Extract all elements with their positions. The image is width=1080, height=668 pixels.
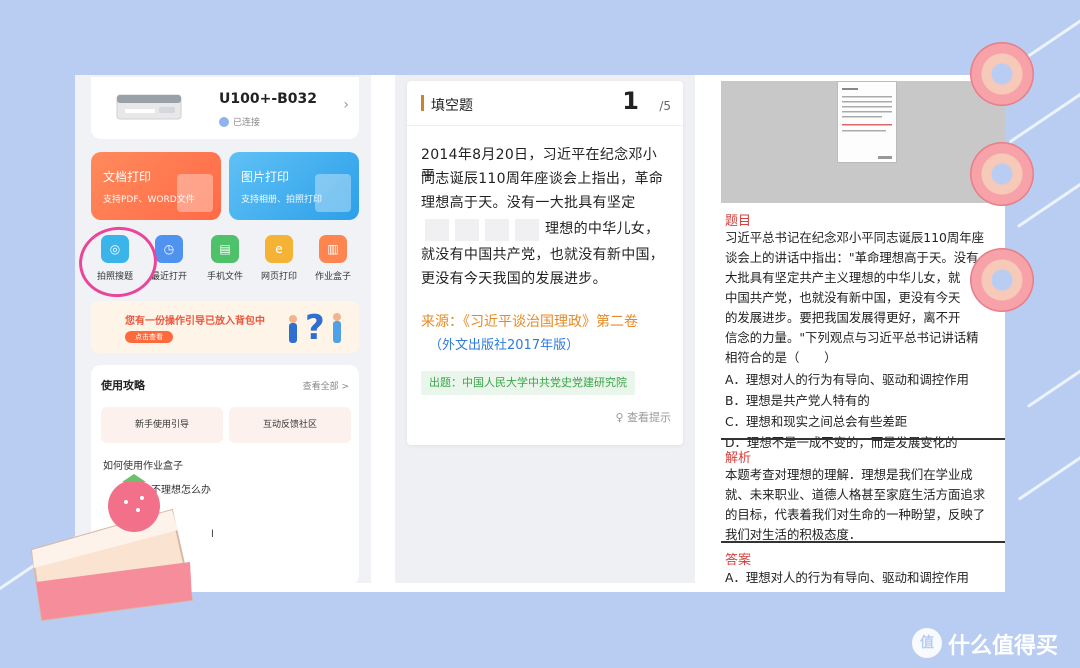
answer-text: A．理想对人的行为有导向、驱动和调控作用 [725,570,969,585]
section-divider [721,438,1005,440]
image-print-title: 图片打印 [241,170,290,184]
analysis-line: 就、未来职业、道德人格甚至家庭生活方面追求 [725,487,986,502]
photo-content [842,88,892,159]
cake-sticker [30,474,194,622]
feedback-community-button[interactable]: 互动反馈社区 [229,407,351,443]
option-d: D．理想不是一成不变的，而是发展变化的 [725,435,958,450]
view-hint-button[interactable]: ♀ 查看提示 [615,409,671,425]
printer-icon [116,94,182,120]
question-body-line: 大批具有坚定共产主义理想的中华儿女，就 [725,270,961,285]
question-number: 1 [622,87,639,115]
photo-preview[interactable] [837,81,897,163]
tool-label: 网页打印 [260,272,297,282]
guide-view-all-link[interactable]: 查看全部 > [303,379,349,392]
banner-text: 您有一份操作引导已放入背包中 [125,316,265,327]
background-streak [1026,355,1080,408]
lightbulb-icon: ♀ [615,411,624,424]
donut-sticker [970,42,1034,106]
watermark-text: 什么值得买 [947,634,1058,659]
connected-icon [219,116,229,127]
image-print-subtitle: 支持相册、拍照打印 [241,195,323,205]
question-source: 来源：《习近平谈治国理政》第二卷 [421,314,638,330]
banner-view-button[interactable]: 点击查看 [125,331,173,343]
document-print-title: 文档打印 [103,170,152,184]
tool-label: 作业盒子 [314,272,351,282]
document-print-button[interactable]: 文档打印 支持PDF、WORD文件 [91,152,221,220]
device-status: 已连接 [219,115,260,128]
answer-blank[interactable] [425,219,449,241]
beginner-guide-button[interactable]: 新手使用引导 [101,407,223,443]
question-body-line: 的发展进步。要把我国发展得更好，离不开 [725,310,961,325]
guide-banner[interactable]: 您有一份操作引导已放入背包中 点击查看 ? [91,301,359,353]
analysis-heading: 解析 [725,451,752,466]
screenshot-collage: U100+-B032 已连接 › 文档打印 支持PDF、WORD文件 图片打印 … [75,75,1005,592]
option-a: A．理想对人的行为有导向、驱动和调控作用 [725,372,969,387]
question-body-line: 信念的力量。"下列观点与习近平总书记讲话精 [725,330,979,345]
option-b: B．理想是共产党人特有的 [725,393,870,408]
question-type: 填空题 [431,98,473,114]
question-body-line: 谈会上的讲话中指出："革命理想高于天。没有 [725,250,979,265]
question-origin: 出题：中国人民大学中共党史党建研究院 [421,371,635,395]
question-body-line: 相符合的是（ ） [725,350,837,365]
answer-panel: 题目 习近平总书记在纪念邓小平同志诞辰110周年座 谈会上的讲话中指出："革命理… [721,75,1005,585]
question-text-line: 就没有中国共产党，也就没有新中国， [421,247,665,263]
guide-item[interactable]: l [211,529,214,540]
background-streak [1017,442,1080,501]
question-text-line: 理想的中华儿女， [545,221,660,237]
tool-homework-box[interactable]: ▥ 作业盒子 [305,235,361,282]
question-panel: 填空题 1 /5 2014年8月20日，习近平在纪念邓小平 同志诞辰110周年座… [395,75,695,583]
box-icon: ▥ [319,235,347,263]
tool-label: 手机文件 [206,272,243,282]
tool-phone-files[interactable]: ▤ 手机文件 [197,235,253,282]
donut-sticker [970,248,1034,312]
chevron-right-icon: › [343,97,349,113]
question-text-line: 同志诞辰110周年座谈会上指出，革命 [421,171,664,187]
picture-icon [315,174,351,212]
donut-sticker [970,142,1034,206]
smzdm-logo-icon: 值 [912,628,942,658]
highlight-circle [75,221,162,303]
type-marker [421,95,424,111]
question-card: 填空题 1 /5 2014年8月20日，习近平在纪念邓小平 同志诞辰110周年座… [407,81,683,445]
divider [407,125,683,126]
answer-blank[interactable] [515,219,539,241]
section-divider [721,541,1005,543]
analysis-line: 本题考查对理想的理解．理想是我们在学业成 [725,467,973,482]
banner-illustration: ? [289,308,341,348]
web-icon: e [265,235,293,263]
view-hint-label: 查看提示 [627,411,671,424]
question-source-publisher: （外文出版社2017年版） [429,338,580,353]
analysis-line: 的目标，代表着我们对生命的一种盼望，反映了 [725,507,986,522]
photo-thumbnail [721,81,1005,203]
question-text-line: 更没有今天我国的发展进步。 [421,271,607,287]
option-c: C．理想和现实之间总会有些差距 [725,414,908,429]
question-total: /5 [659,99,671,113]
question-text-line: 理想高于天。没有一大批具有坚定 [421,195,636,211]
tool-web-print[interactable]: e 网页打印 [251,235,307,282]
guide-title: 使用攻略 [101,379,145,392]
folder-icon: ▤ [211,235,239,263]
question-heading: 题目 [725,214,752,229]
answer-blank[interactable] [485,219,509,241]
svg-text:?: ? [305,308,325,348]
answer-blank[interactable] [455,219,479,241]
device-card[interactable]: U100+-B032 已连接 › [91,77,359,139]
question-body-line: 中国共产党，也就没有新中国，更没有今天 [725,290,961,305]
device-name: U100+-B032 [219,91,318,107]
image-print-button[interactable]: 图片打印 支持相册、拍照打印 [229,152,359,220]
document-icon [177,174,213,212]
clock-icon: ◷ [155,235,183,263]
answer-heading: 答案 [725,553,752,568]
device-status-text: 已连接 [233,118,261,128]
question-body-line: 习近平总书记在纪念邓小平同志诞辰110周年座 [725,230,985,245]
